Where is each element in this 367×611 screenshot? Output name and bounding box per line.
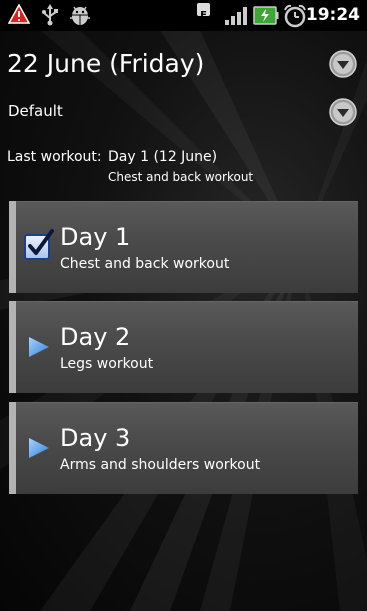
edge-data-icon: E — [197, 3, 210, 21]
date-dropdown-icon[interactable] — [328, 49, 358, 79]
checkbox-checked-icon[interactable] — [23, 229, 55, 261]
status-bar: E 19:24 — [0, 0, 367, 31]
day-description: Arms and shoulders workout — [60, 457, 261, 473]
last-workout-label: Last workout: — [7, 149, 102, 165]
card-accent-bar — [9, 301, 16, 393]
card-accent-bar — [9, 201, 16, 293]
day-description: Chest and back workout — [60, 256, 230, 272]
day-card-3[interactable]: Day 3 Arms and shoulders workout — [9, 402, 358, 494]
day-description: Legs workout — [60, 356, 154, 372]
last-workout-day: Day 1 (12 June) — [108, 149, 218, 165]
program-dropdown-icon[interactable] — [328, 97, 358, 127]
network-letter: E — [200, 10, 207, 21]
warning-icon — [8, 4, 30, 24]
play-arrow-icon — [29, 438, 49, 458]
app-screen: E 19:24 22 June (Friday) Default Last wo… — [0, 0, 367, 611]
day-name: Day 1 — [60, 223, 131, 251]
play-arrow-icon — [29, 337, 49, 357]
battery-charging-icon — [253, 6, 279, 25]
program-selector[interactable]: Default — [8, 101, 63, 121]
android-debug-icon — [70, 6, 90, 25]
last-workout-description: Chest and back workout — [108, 170, 254, 184]
signal-icon — [225, 7, 247, 25]
status-clock: 19:24 — [305, 5, 360, 25]
usb-icon — [42, 4, 58, 26]
date-title[interactable]: 22 June (Friday) — [7, 48, 204, 80]
day-card-2[interactable]: Day 2 Legs workout — [9, 301, 358, 393]
day-name: Day 3 — [60, 424, 131, 452]
alarm-icon — [284, 4, 306, 28]
day-card-1[interactable]: Day 1 Chest and back workout — [9, 201, 358, 293]
card-accent-bar — [9, 402, 16, 494]
day-name: Day 2 — [60, 323, 131, 351]
